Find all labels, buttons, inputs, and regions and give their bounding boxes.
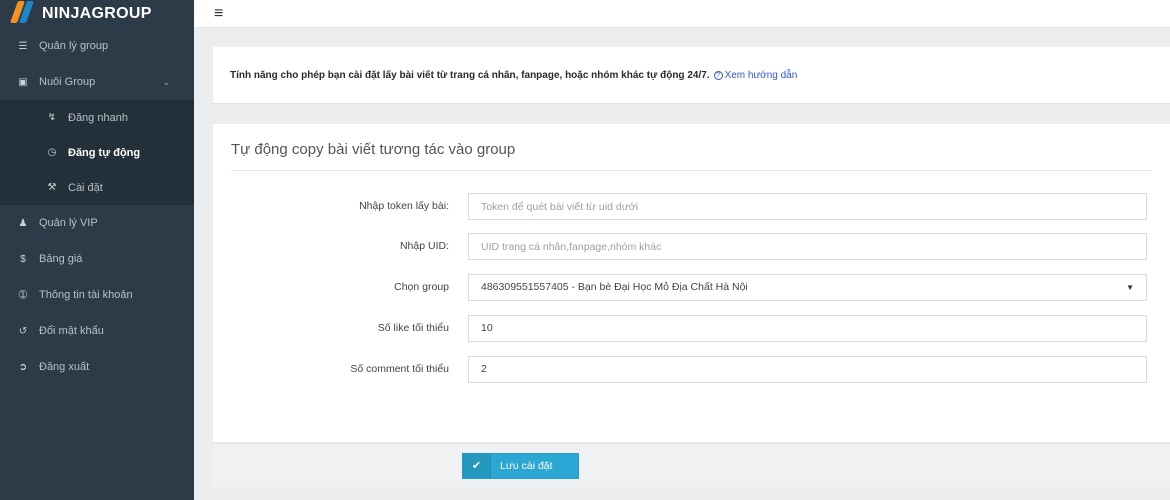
panel-title: Tự động copy bài viết tương tác vào grou… <box>231 141 516 158</box>
calendar-check-icon: ▣ <box>18 76 28 88</box>
sign-out-icon: ➲ <box>18 361 28 373</box>
chevron-down-icon: ⌄ <box>162 76 170 87</box>
sidebar-item-label: Đăng xuất <box>39 361 90 373</box>
top-bar: ≡ <box>194 0 1170 28</box>
sidebar-item-logout[interactable]: ➲ Đăng xuất <box>0 349 194 385</box>
sidebar-subitem-label: Cài đặt <box>68 181 103 194</box>
sidebar-subitem-settings[interactable]: ⚒ Cài đặt <box>0 170 194 205</box>
sidebar-subitem-label: Đăng tự động <box>68 146 141 159</box>
min-likes-label: Số like tối thiểu <box>377 322 449 334</box>
token-row: Nhập token lấy bài: <box>213 193 1170 220</box>
sidebar-item-group-nurture[interactable]: ▣ Nuôi Group ⌄ <box>0 64 194 100</box>
group-selected-value: 486309551557405 - Bạn bè Đại Học Mỏ Địa … <box>481 281 748 293</box>
sidebar-subitem-quick-post[interactable]: ↯ Đăng nhanh <box>0 100 194 135</box>
sidebar-item-vip-management[interactable]: ♟ Quản lý VIP <box>0 205 194 241</box>
brand[interactable]: NINJAGROUP <box>0 0 194 28</box>
brand-name: NINJAGROUP <box>42 5 152 22</box>
help-link-label: Xem hướng dẫn <box>724 69 798 81</box>
uid-row: Nhập UID: <box>213 233 1170 260</box>
sidebar-item-label: Thông tin tài khoản <box>39 289 133 301</box>
uid-input[interactable] <box>468 233 1147 260</box>
group-label: Chọn group <box>394 281 449 293</box>
menu-toggle-icon[interactable]: ≡ <box>214 5 223 22</box>
form-footer: ✔ Lưu cài đặt <box>213 443 1170 487</box>
min-likes-input[interactable]: 10 <box>468 315 1147 342</box>
dollar-icon: $ <box>20 253 26 265</box>
check-icon: ✔ <box>463 454 491 478</box>
min-comments-row: Số comment tối thiểu 2 <box>213 356 1170 383</box>
min-likes-row: Số like tối thiểu 10 <box>213 315 1170 342</box>
group-select[interactable]: 486309551557405 - Bạn bè Đại Học Mỏ Địa … <box>468 274 1147 301</box>
clock-icon: ◷ <box>47 147 57 158</box>
save-settings-label: Lưu cài đặt <box>500 460 553 472</box>
help-link[interactable]: ? Xem hướng dẫn <box>713 69 798 81</box>
sidebar-item-group-management[interactable]: ☰ Quản lý group <box>0 28 194 64</box>
info-icon: ➀ <box>18 289 28 301</box>
divider <box>231 170 1152 171</box>
sidebar-subitem-label: Đăng nhanh <box>68 111 128 124</box>
notice-text: Tính năng cho phép bạn cài đặt lấy bài v… <box>230 69 710 81</box>
min-comments-input[interactable]: 2 <box>468 356 1147 383</box>
sidebar-subitem-auto-post[interactable]: ◷ Đăng tự động <box>0 135 194 170</box>
bolt-icon: ↯ <box>47 112 57 123</box>
caret-down-icon: ▼ <box>1126 283 1134 292</box>
sidebar-item-label: Nuôi Group <box>39 76 96 88</box>
database-icon: ☰ <box>18 40 28 52</box>
sidebar-item-account-info[interactable]: ➀ Thông tin tài khoản <box>0 277 194 313</box>
uid-label: Nhập UID: <box>399 240 449 252</box>
sidebar-item-label: Đổi mật khẩu <box>39 325 104 337</box>
sidebar-item-label: Quản lý group <box>39 40 109 52</box>
question-icon: ? <box>713 70 723 80</box>
save-settings-button[interactable]: ✔ Lưu cài đặt <box>462 453 579 479</box>
auto-copy-form-panel: Tự động copy bài viết tương tác vào grou… <box>213 124 1170 442</box>
group-row: Chọn group 486309551557405 - Bạn bè Đại … <box>213 274 1170 301</box>
token-input[interactable] <box>468 193 1147 220</box>
user-plus-icon: ♟ <box>18 217 28 229</box>
token-label: Nhập token lấy bài: <box>359 200 449 212</box>
sidebar-item-change-password[interactable]: ↺ Đổi mật khẩu <box>0 313 194 349</box>
logo-icon <box>9 1 35 23</box>
sidebar-item-pricing[interactable]: $ Bảng giá <box>0 241 194 277</box>
wrench-icon: ⚒ <box>47 182 57 193</box>
sidebar-submenu: ↯ Đăng nhanh ◷ Đăng tự động ⚒ Cài đặt <box>0 100 194 205</box>
sidebar: NINJAGROUP ☰ Quản lý group ▣ Nuôi Group … <box>0 0 194 500</box>
sidebar-item-label: Quản lý VIP <box>39 217 98 229</box>
min-comments-label: Số comment tối thiểu <box>350 363 449 375</box>
refresh-icon: ↺ <box>18 325 28 337</box>
feature-notice: Tính năng cho phép bạn cài đặt lấy bài v… <box>213 47 1170 104</box>
sidebar-item-label: Bảng giá <box>39 253 83 265</box>
